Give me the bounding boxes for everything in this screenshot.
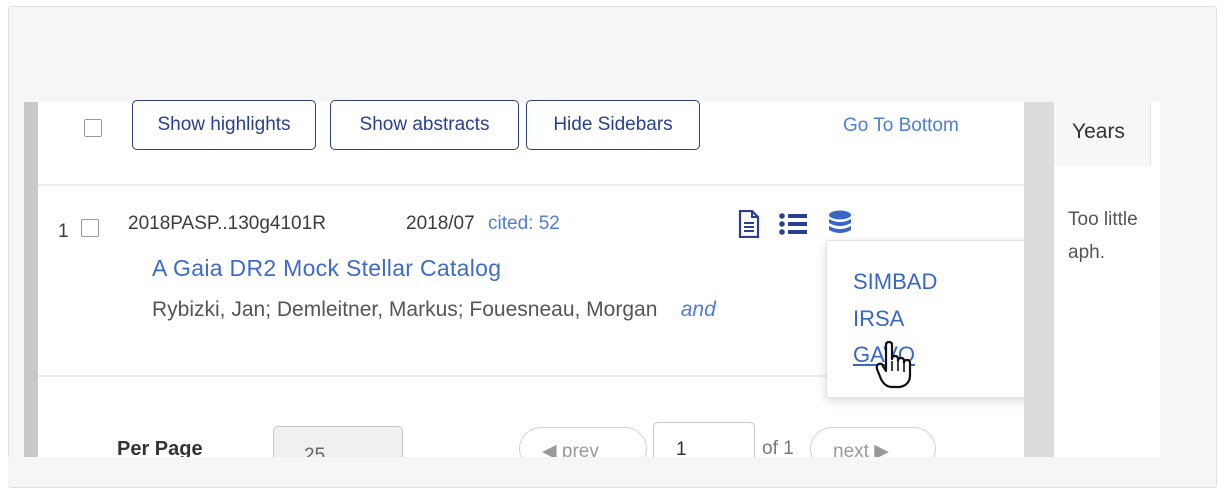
years-note-line1: Too little — [1068, 209, 1138, 230]
result-index: 1 — [58, 221, 69, 242]
menu-item-simbad[interactable]: SIMBAD — [853, 269, 937, 295]
result-bibcode: 2018PASP..130g4101R — [128, 213, 326, 234]
left-gutter — [24, 102, 38, 457]
years-note-line2: aph. — [1068, 242, 1105, 263]
show-abstracts-button[interactable]: Show abstracts — [330, 100, 519, 150]
show-highlights-button[interactable]: Show highlights — [132, 100, 316, 150]
result-citations-link[interactable]: cited: 52 — [488, 213, 560, 235]
hide-sidebars-button[interactable]: Hide Sidebars — [526, 100, 700, 150]
author-list: Rybizki, Jan; Demleitner, Markus; Fouesn… — [152, 298, 658, 321]
hand-cursor-icon — [874, 340, 918, 394]
result-date: 2018/07 — [406, 213, 475, 234]
years-label: Years — [1072, 120, 1125, 143]
menu-item-irsa[interactable]: IRSA — [853, 306, 904, 332]
go-to-bottom-link[interactable]: Go To Bottom — [843, 115, 959, 137]
database-icon[interactable] — [828, 210, 852, 233]
result-authors: Rybizki, Jan; Demleitner, Markus; Fouesn… — [152, 298, 716, 322]
more-authors-link[interactable]: and — [681, 298, 716, 321]
result-actions — [738, 210, 852, 242]
document-icon[interactable] — [738, 210, 764, 238]
toolbar-divider — [38, 184, 1024, 186]
right-sidebar — [1054, 102, 1160, 457]
years-note: Too little aph. — [1068, 203, 1138, 269]
sidebar-gutter — [1024, 102, 1054, 457]
result-checkbox[interactable] — [81, 219, 99, 237]
list-icon[interactable] — [779, 213, 811, 235]
result-title-link[interactable]: A Gaia DR2 Mock Stellar Catalog — [152, 255, 501, 282]
frame-bottom — [8, 457, 1215, 486]
